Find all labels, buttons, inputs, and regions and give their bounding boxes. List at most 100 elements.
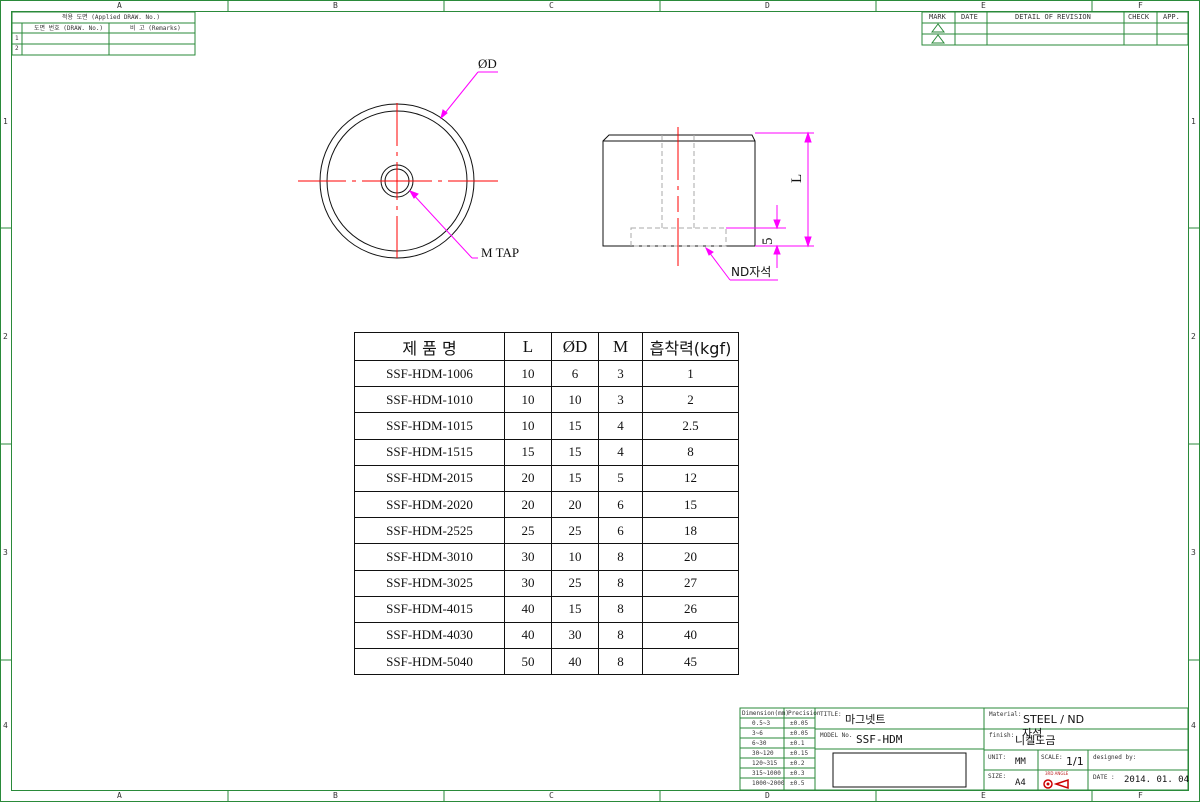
- header-diameter: ØD: [551, 332, 599, 361]
- model-caption: MODEL No.: [820, 732, 853, 739]
- holding-force-cell: 2.5: [642, 412, 739, 440]
- product-name-cell: SSF-HDM-2020: [354, 490, 505, 519]
- diameter-cell: 40: [551, 648, 599, 676]
- length-cell: 10: [504, 359, 552, 388]
- header-holding-force: 흡착력(kgf): [642, 332, 739, 361]
- zone-label: 4: [3, 721, 8, 730]
- tolerance-range: 315~1000: [752, 770, 781, 777]
- table-row: SSF-HDM-1006 10 6 3 1: [354, 359, 739, 388]
- table-row: SSF-HDM-5040 50 40 8 45: [354, 648, 739, 676]
- zone-label: 1: [3, 117, 8, 126]
- product-name-cell: SSF-HDM-2525: [354, 517, 505, 545]
- zone-label: B: [333, 1, 338, 10]
- tolerance-range: 3~6: [752, 730, 763, 737]
- zone-label: 3: [3, 548, 8, 557]
- tolerance-range: 6~30: [752, 740, 767, 747]
- length-cell: 40: [504, 621, 552, 650]
- table-row: SSF-HDM-2015 20 15 5 12: [354, 464, 739, 492]
- zone-label: 2: [3, 332, 8, 341]
- diameter-cell: 15: [551, 438, 599, 466]
- size-caption: SIZE:: [988, 773, 1007, 780]
- diameter-cell: 15: [551, 464, 599, 492]
- projection-symbol-icon: [1043, 778, 1069, 790]
- table-row: SSF-HDM-1015 10 15 4 2.5: [354, 412, 739, 440]
- length-cell: 10: [504, 386, 552, 414]
- tolerance-precision: ±0.3: [790, 770, 805, 777]
- tap-cell: 8: [598, 621, 643, 650]
- length-cell: 30: [504, 543, 552, 571]
- drawing-sheet: A B C D E F A B C D E F 1 2 3 4 1 2 3 4 …: [0, 0, 1200, 802]
- product-name-cell: SSF-HDM-1515: [354, 438, 505, 466]
- tap-cell: 8: [598, 595, 643, 623]
- diameter-cell: 10: [551, 543, 599, 571]
- tap-cell: 6: [598, 517, 643, 545]
- applied-col-draw-no: 도면 번호 (DRAW. No.): [34, 25, 104, 32]
- applied-row-num: 2: [15, 45, 19, 52]
- tolerance-range: 0.5~3: [752, 720, 771, 727]
- diameter-cell: 20: [551, 490, 599, 519]
- length-cell: 25: [504, 517, 552, 545]
- product-name-cell: SSF-HDM-5040: [354, 648, 505, 676]
- applied-row-num: 1: [15, 35, 19, 42]
- tap-cell: 4: [598, 438, 643, 466]
- finish-value: 니켈도금: [1015, 734, 1056, 747]
- tolerance-precision: ±0.05: [790, 730, 809, 737]
- zone-label: 4: [1191, 721, 1196, 730]
- holding-force-cell: 8: [642, 438, 739, 466]
- tap-cell: 4: [598, 412, 643, 440]
- table-body: SSF-HDM-1006 10 6 3 1 SSF-HDM-1010 10 10 3 2 SSF-H…: [354, 359, 739, 676]
- zone-label: D: [765, 1, 770, 10]
- tolerance-header-precision: Precision: [788, 710, 821, 717]
- length-cell: 15: [504, 438, 552, 466]
- tolerance-precision: ±0.15: [790, 750, 809, 757]
- view-caption: 3RD ANGLE: [1045, 771, 1069, 776]
- tolerance-precision: ±0.5: [790, 780, 805, 787]
- length-cell: 20: [504, 464, 552, 492]
- table-row: SSF-HDM-1010 10 10 3 2: [354, 386, 739, 414]
- tap-cell: 3: [598, 386, 643, 414]
- tap-cell: 6: [598, 490, 643, 519]
- diameter-label: ØD: [478, 56, 497, 71]
- tolerance-range: 30~120: [752, 750, 774, 757]
- product-name-cell: SSF-HDM-1010: [354, 386, 505, 414]
- zone-label: E: [981, 1, 986, 10]
- length-cell: 20: [504, 490, 552, 519]
- tap-cell: 8: [598, 543, 643, 571]
- length-cell: 50: [504, 648, 552, 676]
- zone-label: 3: [1191, 548, 1196, 557]
- designed-caption: designed by:: [1093, 754, 1137, 761]
- zone-label: 2: [1191, 332, 1196, 341]
- zone-label: F: [1138, 791, 1143, 800]
- finish-caption: finish:: [989, 732, 1015, 739]
- diameter-cell: 6: [551, 359, 599, 388]
- tolerance-range: 1000~2000: [752, 780, 785, 787]
- applied-header: 적용 도면 (Applied DRAW. No.): [62, 14, 160, 21]
- front-view: [298, 71, 498, 259]
- zone-label: 1: [1191, 117, 1196, 126]
- holding-force-cell: 26: [642, 595, 739, 623]
- revision-detail: DETAIL OF REVISION: [1015, 13, 1091, 21]
- diameter-cell: 10: [551, 386, 599, 414]
- table-row: SSF-HDM-4030 40 30 8 40: [354, 621, 739, 650]
- tap-cell: 8: [598, 648, 643, 676]
- zone-label: F: [1138, 1, 1143, 10]
- scale-value: 1/1: [1066, 755, 1084, 768]
- revision-check: CHECK: [1128, 13, 1150, 21]
- date-caption: DATE :: [1093, 774, 1115, 781]
- diameter-cell: 15: [551, 595, 599, 623]
- zone-label: D: [765, 791, 770, 800]
- length-cell: 10: [504, 412, 552, 440]
- holding-force-cell: 18: [642, 517, 739, 545]
- zone-label: C: [549, 1, 554, 10]
- material-value: STEEL / ND: [1023, 713, 1085, 726]
- product-name-cell: SSF-HDM-1006: [354, 359, 505, 388]
- zone-label: A: [117, 791, 122, 800]
- revision-mark: MARK: [929, 13, 946, 21]
- table-row: SSF-HDM-3025 30 25 8 27: [354, 569, 739, 597]
- tap-cell: 5: [598, 464, 643, 492]
- tolerance-header-dim: Dimension(mm): [742, 710, 789, 717]
- product-name-cell: SSF-HDM-3025: [354, 569, 505, 597]
- length-cell: 40: [504, 595, 552, 623]
- holding-force-cell: 2: [642, 386, 739, 414]
- spec-table: 제 품 명 L ØD M 흡착력(kgf) SSF-HDM-1006 10 6 3 1 S…: [354, 332, 739, 676]
